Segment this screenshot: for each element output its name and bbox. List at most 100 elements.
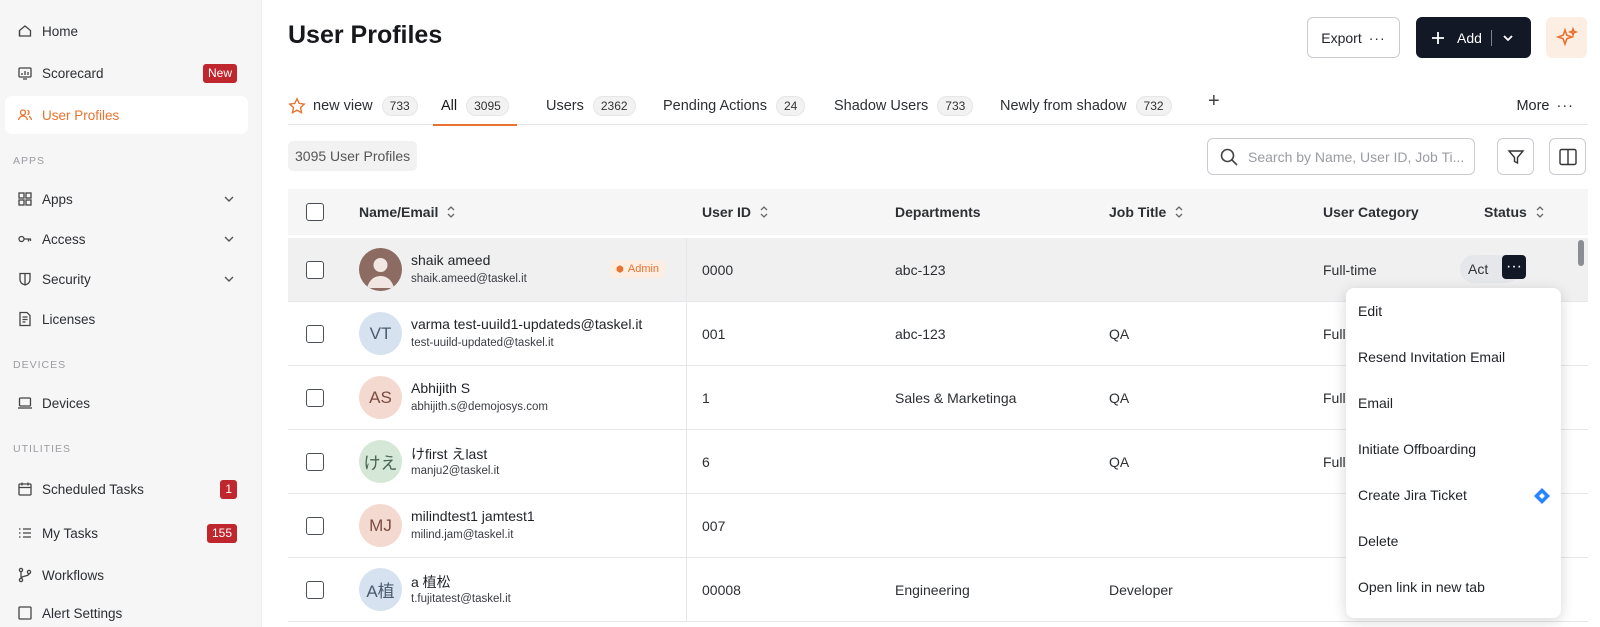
grid-icon [17,191,33,207]
department: abc-123 [895,261,946,278]
tab-shadow-users[interactable]: Shadow Users 733 [834,86,974,125]
menu-item-delete[interactable]: Delete [1358,518,1553,564]
sidebar-item-label: Scheduled Tasks [42,481,144,497]
tab-new-view[interactable]: new view 733 [288,86,418,125]
sidebar-item-scorecard[interactable]: Scorecard New [5,54,248,92]
export-button[interactable]: Export ··· [1307,17,1400,58]
menu-item-edit[interactable]: Edit [1358,288,1553,334]
job-title: Developer [1109,581,1173,598]
column-header-user-id[interactable]: User ID [702,189,769,235]
count-badge: 155 [206,523,237,543]
chevron-down-icon[interactable] [222,272,236,286]
user-name[interactable]: a 植松 [411,572,451,592]
sidebar-item-access[interactable]: Access [5,220,248,258]
filter-button[interactable] [1497,138,1534,175]
user-name[interactable]: shaik ameed [411,252,490,268]
alert-icon [17,605,33,621]
sidebar-item-security[interactable]: Security [5,260,248,298]
column-header-status[interactable]: Status [1484,189,1545,235]
user-name[interactable]: milindtest1 jamtest1 [411,508,535,524]
scorecard-icon [17,65,33,81]
job-title: QA [1109,325,1130,342]
chevron-down-icon[interactable] [222,192,236,206]
add-button[interactable]: Add [1416,17,1531,58]
search-box [1207,138,1475,175]
user-email: shaik.ameed@taskel.it [411,273,527,285]
sort-icon[interactable] [1174,205,1184,219]
sidebar-item-workflows[interactable]: Workflows [5,556,248,594]
tab-count: 733 [381,95,418,116]
sidebar-item-apps[interactable]: Apps [5,180,248,218]
row-checkbox[interactable] [306,302,324,365]
ai-sparkle-button[interactable] [1546,17,1587,58]
menu-item-label: Create Jira Ticket [1358,487,1467,503]
sidebar-item-alert-settings[interactable]: Alert Settings [5,594,248,627]
section-label-apps: APPS [13,155,46,167]
shield-icon [17,271,33,287]
sort-icon[interactable] [759,205,769,219]
sidebar-item-label: Devices [42,395,91,411]
column-divider [686,558,687,621]
sidebar-item-label: My Tasks [42,525,99,541]
menu-item-create-jira-ticket[interactable]: Create Jira Ticket [1358,472,1553,518]
tab-all[interactable]: All 3095 [433,86,517,126]
sort-icon[interactable] [446,205,456,219]
table-scrollbar[interactable] [1578,240,1584,266]
table-header: Name/Email User ID Departments Job Title… [288,189,1588,235]
tab-newly-from-shadow[interactable]: Newly from shadow 732 [1000,86,1172,125]
divider [1490,29,1492,46]
sort-icon[interactable] [1535,205,1545,219]
more-dots-icon: ··· [1556,97,1574,114]
column-divider [686,238,687,301]
row-checkbox[interactable] [306,366,324,429]
tab-pending-actions[interactable]: Pending Actions 24 [663,86,806,125]
user-name[interactable]: varma test-uuild1-updateds@taskel.it [411,316,642,332]
row-checkbox[interactable] [306,238,324,301]
sidebar-item-label: Apps [42,191,73,207]
sidebar-item-my-tasks[interactable]: My Tasks 155 [5,514,248,552]
menu-item-open-new-tab[interactable]: Open link in new tab [1358,564,1553,610]
user-id: 6 [702,453,710,470]
avatar: MJ [359,504,402,547]
sparkle-icon [1555,26,1578,46]
columns-button[interactable] [1549,138,1586,175]
sidebar-item-licenses[interactable]: Licenses [5,300,248,338]
chevron-down-icon[interactable] [1501,31,1515,45]
row-actions-button[interactable]: ··· [1502,255,1526,279]
select-all-checkbox[interactable] [306,189,324,235]
user-name[interactable]: Abhijith S [411,380,470,396]
menu-item-initiate-offboarding[interactable]: Initiate Offboarding [1358,426,1553,472]
column-divider [686,430,687,493]
sidebar-item-user-profiles[interactable]: User Profiles [5,96,248,134]
column-header-departments[interactable]: Departments [895,189,981,235]
sidebar-item-home[interactable]: Home [5,12,248,50]
sidebar-item-label: Licenses [42,311,96,327]
columns-icon [1558,148,1577,165]
add-tab-icon[interactable]: + [1208,90,1220,113]
tab-users[interactable]: Users 2362 [546,86,636,125]
row-checkbox[interactable] [306,558,324,621]
menu-item-resend-invitation[interactable]: Resend Invitation Email [1358,334,1553,380]
column-header-job-title[interactable]: Job Title [1109,189,1184,235]
avatar: AS [359,376,402,419]
sidebar-item-scheduled-tasks[interactable]: Scheduled Tasks 1 [5,470,248,508]
search-input[interactable] [1248,148,1474,165]
sidebar-item-devices[interactable]: Devices [5,384,248,422]
menu-item-email[interactable]: Email [1358,380,1553,426]
tab-label: Users [546,97,584,114]
job-title: QA [1109,453,1130,470]
star-icon [288,96,306,114]
user-name[interactable]: けfirst えlast [411,444,487,464]
tab-count: 3095 [466,95,509,116]
view-tabs: new view 733 All 3095 Users 2362 Pending… [288,86,1588,126]
column-divider [686,302,687,365]
avatar: けえ [359,440,402,483]
user-id: 1 [702,389,710,406]
column-header-name[interactable]: Name/Email [359,189,456,235]
chevron-down-icon[interactable] [222,232,236,246]
row-checkbox[interactable] [306,430,324,493]
more-tabs-button[interactable]: More ··· [1516,86,1574,125]
search-icon [1220,148,1238,166]
column-header-user-category[interactable]: User Category [1323,189,1419,235]
row-checkbox[interactable] [306,494,324,557]
